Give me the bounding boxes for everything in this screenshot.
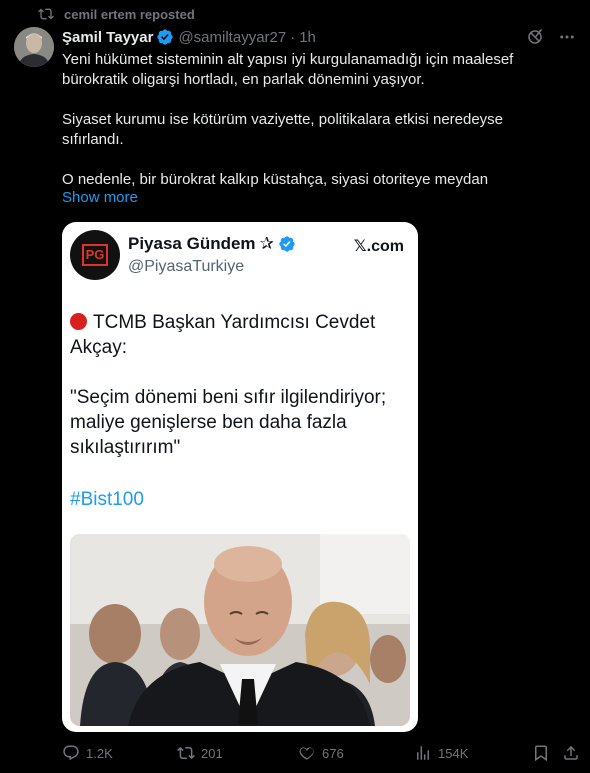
grok-icon[interactable]	[526, 28, 544, 46]
author-handle[interactable]: @samiltayyar27	[178, 29, 286, 46]
heart-icon	[299, 747, 314, 760]
views-button[interactable]: 154K	[414, 744, 468, 762]
tweet-header: Şamil Tayyar @samiltayyar27 · 1h	[62, 27, 576, 47]
action-bar: 1.2K 201 676 154K	[62, 744, 578, 764]
more-options-icon[interactable]	[558, 28, 576, 46]
card-quote: "Seçim dönemi beni sıfır ilgilendiriyor;…	[70, 387, 387, 458]
card-logo-text: PG	[81, 244, 109, 266]
tweet-paragraph: O nedenle, bir bürokrat kalkıp küstahça,…	[62, 171, 489, 188]
card-author-name: Piyasa Gündem	[128, 234, 256, 253]
card-body: TCMB Başkan Yardımcısı Cevdet Akçay: "Se…	[70, 310, 400, 460]
card-star: ✰	[259, 234, 274, 253]
share-button[interactable]	[562, 744, 580, 762]
reply-icon	[63, 745, 79, 761]
repost-count: 201	[201, 745, 223, 761]
like-count: 676	[322, 745, 344, 761]
verified-badge-icon[interactable]	[156, 28, 174, 46]
separator-dot: ·	[290, 28, 296, 46]
embedded-post-card[interactable]: PG Piyasa Gündem ✰ @PiyasaTurkiye 𝕏.com …	[62, 222, 418, 732]
repost-icon	[38, 8, 54, 20]
reply-button[interactable]: 1.2K	[62, 744, 113, 762]
tweet-text: Yeni hükümet sisteminin alt yapısı iyi k…	[62, 50, 562, 190]
card-photo	[70, 534, 410, 726]
show-more-link[interactable]: Show more	[62, 189, 138, 206]
card-author: Piyasa Gündem ✰	[128, 234, 296, 254]
repost-icon	[177, 746, 195, 760]
like-button[interactable]: 676	[298, 744, 344, 762]
view-count: 154K	[438, 745, 469, 761]
card-headline: TCMB Başkan Yardımcısı Cevdet Akçay:	[70, 312, 376, 358]
card-source: 𝕏.com	[353, 238, 404, 255]
card-handle: @PiyasaTurkiye	[128, 258, 245, 275]
tweet-paragraph: Yeni hükümet sisteminin alt yapısı iyi k…	[62, 51, 514, 88]
bookmark-icon	[535, 745, 547, 762]
timestamp[interactable]: 1h	[299, 29, 316, 46]
bookmark-button[interactable]	[532, 744, 550, 762]
repost-label: cemil ertem reposted	[64, 6, 195, 22]
verified-badge-icon	[279, 236, 295, 252]
author-name[interactable]: Şamil Tayyar	[62, 29, 153, 46]
avatar[interactable]	[14, 27, 54, 67]
card-logo[interactable]: PG	[70, 230, 120, 280]
reply-count: 1.2K	[86, 745, 113, 761]
repost-indicator[interactable]: cemil ertem reposted	[38, 6, 195, 22]
repost-button[interactable]: 201	[177, 744, 223, 762]
red-circle-icon	[70, 313, 87, 330]
card-hashtag[interactable]: #Bist100	[70, 489, 144, 511]
tweet-paragraph: Siyaset kurumu ise kötürüm vaziyette, po…	[62, 111, 504, 148]
share-icon	[564, 745, 578, 760]
views-icon	[417, 746, 429, 760]
